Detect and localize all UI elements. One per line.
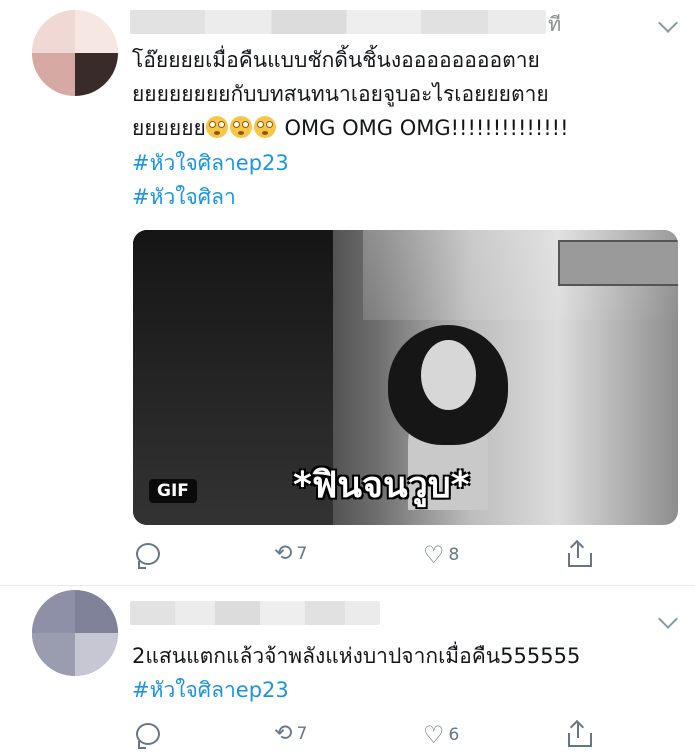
avatar-pixel — [75, 633, 118, 676]
reply-button[interactable] — [134, 541, 160, 569]
tweet-text-suffix: OMG OMG OMG!!!!!!!!!!!!!! — [284, 116, 569, 140]
like-button[interactable]: ♡ 8 — [423, 541, 459, 569]
retweet-icon: ⟲ — [274, 541, 293, 566]
like-count: 8 — [448, 545, 460, 565]
user-header-blurred[interactable] — [130, 10, 546, 34]
retweet-count: 7 — [296, 543, 308, 564]
hashtag-link[interactable]: #หัวใจศิลา — [132, 180, 236, 214]
tweet-2[interactable]: 2แสนแตกแล้วจ้าพลังแห่งบาปจากเมื่อคืน5555… — [0, 587, 695, 755]
share-icon — [565, 541, 592, 567]
chevron-down-icon[interactable] — [658, 609, 678, 629]
reply-button[interactable] — [134, 721, 160, 749]
like-count: 6 — [448, 725, 460, 745]
avatar-pixel — [32, 53, 75, 96]
flushed-face-emoji-icon — [205, 116, 228, 138]
avatar-pixel — [32, 633, 75, 676]
avatar-pixel — [75, 53, 118, 96]
retweet-count: 7 — [296, 723, 308, 744]
reply-icon — [134, 541, 160, 569]
avatar[interactable] — [32, 10, 118, 96]
avatar[interactable] — [32, 590, 118, 676]
like-button[interactable]: ♡ 6 — [423, 721, 459, 749]
media-picture-frame — [558, 240, 678, 286]
hashtag-link[interactable]: #หัวใจศิลาep23 — [132, 146, 289, 180]
user-header-blurred[interactable] — [130, 601, 380, 625]
gif-media[interactable]: *ฟินจนวูบ* GIF — [133, 230, 678, 525]
heart-icon: ♡ — [423, 721, 445, 749]
media-figure-face — [421, 340, 476, 410]
reply-icon — [134, 721, 160, 749]
chevron-down-icon[interactable] — [658, 13, 678, 33]
flushed-face-emoji-icon — [253, 116, 276, 138]
heart-icon: ♡ — [423, 541, 445, 569]
avatar-pixel — [32, 590, 75, 633]
share-button[interactable] — [565, 721, 592, 747]
share-button[interactable] — [565, 541, 592, 567]
handle-fragment: ที — [548, 12, 562, 36]
avatar-pixel — [32, 10, 75, 53]
tweet-text: โอ๊ยยยยเมื่อคืนแบบชักดิ้นชิ้นงออออออออตา… — [132, 43, 672, 145]
tweet-1[interactable]: ที โอ๊ยยยยเมื่อคืนแบบชักดิ้นชิ้นงอออออออ… — [0, 0, 695, 585]
gif-badge: GIF — [149, 479, 197, 503]
tweet-text: 2แสนแตกแล้วจ้าพลังแห่งบาปจากเมื่อคืน5555… — [132, 644, 581, 668]
retweet-icon: ⟲ — [274, 721, 293, 746]
hashtag-link[interactable]: #หัวใจศิลาep23 — [132, 673, 289, 707]
tweet-divider — [0, 585, 695, 586]
avatar-pixel — [75, 590, 118, 633]
share-icon — [565, 721, 592, 747]
retweet-button[interactable]: ⟲ 7 — [274, 541, 307, 566]
flushed-face-emoji-icon — [229, 116, 252, 138]
avatar-pixel — [75, 10, 118, 53]
retweet-button[interactable]: ⟲ 7 — [274, 721, 307, 746]
gif-caption: *ฟินจนวูบ* — [293, 465, 470, 506]
